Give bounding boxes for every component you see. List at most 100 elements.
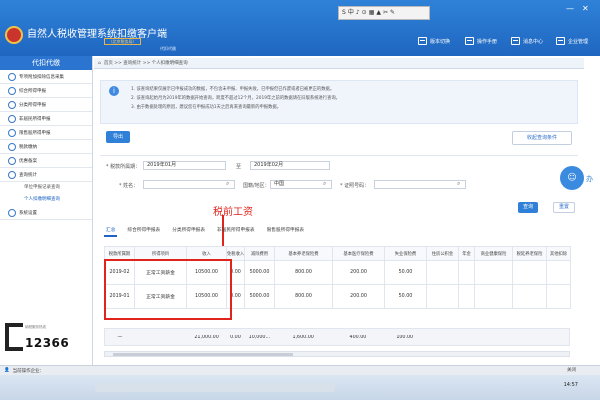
tab-restricted-stock[interactable]: 限售股所得申报表 [265,225,307,237]
sidebar-item-label: 税款缴纳 [19,144,37,150]
highlight-box [104,259,232,320]
switch-icon [418,37,427,45]
table-cell: 5000.00 [244,284,275,309]
audio-icon[interactable]: ♪ [356,7,360,19]
name-input[interactable] [143,180,235,189]
sogou-icon[interactable]: S [342,7,346,19]
table-cell: 50.00 [384,260,427,285]
hotline-logo: 纳税服务热线 12366 [5,323,85,361]
online-help-label: 办 [586,175,593,183]
enterprise-icon [556,37,565,45]
search-icon[interactable]: ⌕ [226,180,229,188]
status-close-link[interactable]: 关闭 [567,367,576,373]
search-icon[interactable]: ⌕ [457,180,460,188]
tab-comprehensive[interactable]: 综合所得申报表 [125,225,162,237]
hotline-label: 纳税服务热线 [25,325,46,329]
sidebar: 代扣代缴 专项附加扣除信息采集 综合所得申报 分类所得申报 非居民所得申报 限售… [0,56,93,365]
column-header: 基本养老保险费 [274,246,333,261]
sidebar-item-settings[interactable]: 系统设置 [0,206,92,220]
sidebar-item-label: 优惠备案 [19,158,37,164]
id-label: * 证照号码： [340,183,370,189]
tab-nonresident[interactable]: 非居民所得申报表 [215,225,257,237]
app-subtitle: 代扣代缴 [160,46,176,51]
sidebar-item-classified[interactable]: 分类所得申报 [0,98,92,112]
header-bar: 自然人税收管理系统扣缴客户端 （北京税务局） 代扣代缴 S 中 ♪ ⊙ ▦ ▲ … [0,0,600,56]
sidebar-subitem-unit-record[interactable]: 单位申报记录查询 [0,182,92,194]
period-start-input[interactable]: 2019年01月 [143,161,226,170]
enterprise-manage-button[interactable]: 企业管理 [556,34,588,48]
sidebar-item-label: 专项附加扣除信息采集 [19,74,64,80]
period-label: * 税款所属期： [106,164,141,170]
divider [100,155,578,156]
operator-label: 当前操作企业： [12,368,45,374]
period-end-input[interactable]: 2019年02月 [250,161,330,170]
search-icon[interactable]: ⌕ [323,180,326,188]
toolbar-label: 企业管理 [568,38,589,45]
close-button[interactable]: ✕ [582,4,589,14]
sidebar-item-special-deduction[interactable]: 专项附加扣除信息采集 [0,70,92,84]
annotation-text: 税前工资 [213,207,253,218]
report-icon [8,128,16,137]
column-header: 住房公积金 [426,246,459,261]
name-label: * 姓名： [119,183,139,189]
sidebar-item-preferential[interactable]: 优惠备案 [0,154,92,168]
table-cell: 200.00 [332,284,385,309]
sidebar-item-restricted-stock[interactable]: 限售股所得申报 [0,126,92,140]
version-switch-button[interactable]: 版本切换 [418,34,450,48]
payment-icon [8,142,16,151]
tab-summary[interactable]: 汇总 [104,225,118,237]
column-header: 失业保险费 [384,246,427,261]
id-input[interactable] [374,180,466,189]
online-help-button[interactable]: ☺ [560,166,584,190]
notice-line: 1. 该查询结果仅展示已申报成功的数据，不包含未申报、申报失败，已申报但已作废或… [131,87,335,92]
app-title: 自然人税收管理系统扣缴客户端 [27,29,167,40]
horizontal-scrollbar[interactable] [104,351,570,357]
keyboard-icon[interactable]: ▦ [369,7,375,19]
sidebar-item-query[interactable]: 查询统计 [0,168,92,182]
ime-chinese-icon[interactable]: 中 [348,7,354,19]
toolbar-label: 操作手册 [477,38,498,45]
region-badge: （北京税务局） [104,38,141,45]
system-tray: S 中 ♪ ⊙ ▦ ▲ ✂ ✎ [338,6,430,20]
table-cell [546,260,571,285]
query-button[interactable]: 查询 [518,202,538,213]
message-center-button[interactable]: 消息中心 [511,34,543,48]
report-icon [8,114,16,123]
collapse-conditions-button[interactable]: 收起查询条件 [512,131,572,145]
sidebar-header: 代扣代缴 [0,56,92,70]
notice-panel: i 1. 该查询结果仅展示已申报成功的数据，不包含未申报、申报失败，已申报但已作… [100,80,578,124]
export-button[interactable]: 导出 [106,131,130,143]
sidebar-subitem-personal-detail[interactable]: 个人扣缴明细查询 [0,194,92,206]
taskbar-apps[interactable] [95,383,335,392]
chat-icon: ☺ [567,173,577,183]
table-cell: 5000.00 [244,260,275,285]
notice-line: 2. 该查询起始月为2019年的数据开始查询，跨度不超过12个月，2019年之前… [131,96,340,101]
message-icon [511,37,520,45]
settings-dial-icon[interactable]: ⊙ [362,7,367,19]
breadcrumb-text[interactable]: 首页 >> 查询统计 >> 个人扣缴明细查询 [104,60,188,66]
table-cell [474,284,513,309]
scrollbar-thumb[interactable] [113,353,293,356]
reset-button[interactable]: 重置 [553,202,575,213]
wrench-icon[interactable]: ✎ [390,7,395,19]
table-cell [426,284,459,309]
column-header: 其他扣除 [546,246,571,261]
tab-classified[interactable]: 分类所得申报表 [170,225,207,237]
sidebar-item-tax-payment[interactable]: 税款缴纳 [0,140,92,154]
summary-cell: 100.00 [396,334,414,340]
toolbar-label: 消息中心 [523,38,544,45]
skin-icon[interactable]: ▲ [376,7,381,19]
summary-cell: 21,000.00 [194,334,219,340]
sidebar-item-nonresident[interactable]: 非居民所得申报 [0,112,92,126]
manual-button[interactable]: 操作手册 [465,34,497,48]
sidebar-item-comprehensive[interactable]: 综合所得申报 [0,84,92,98]
query-icon [8,170,16,179]
info-icon: i [109,86,119,96]
minimize-button[interactable]: — [566,4,574,14]
scissors-icon[interactable]: ✂ [383,7,388,19]
table-cell: 800.00 [274,260,333,285]
toolbar-label: 版本切换 [430,38,451,45]
taskbar-clock: 14:57 [563,382,578,388]
table-cell [458,260,475,285]
sidebar-item-label: 查询统计 [19,172,37,178]
